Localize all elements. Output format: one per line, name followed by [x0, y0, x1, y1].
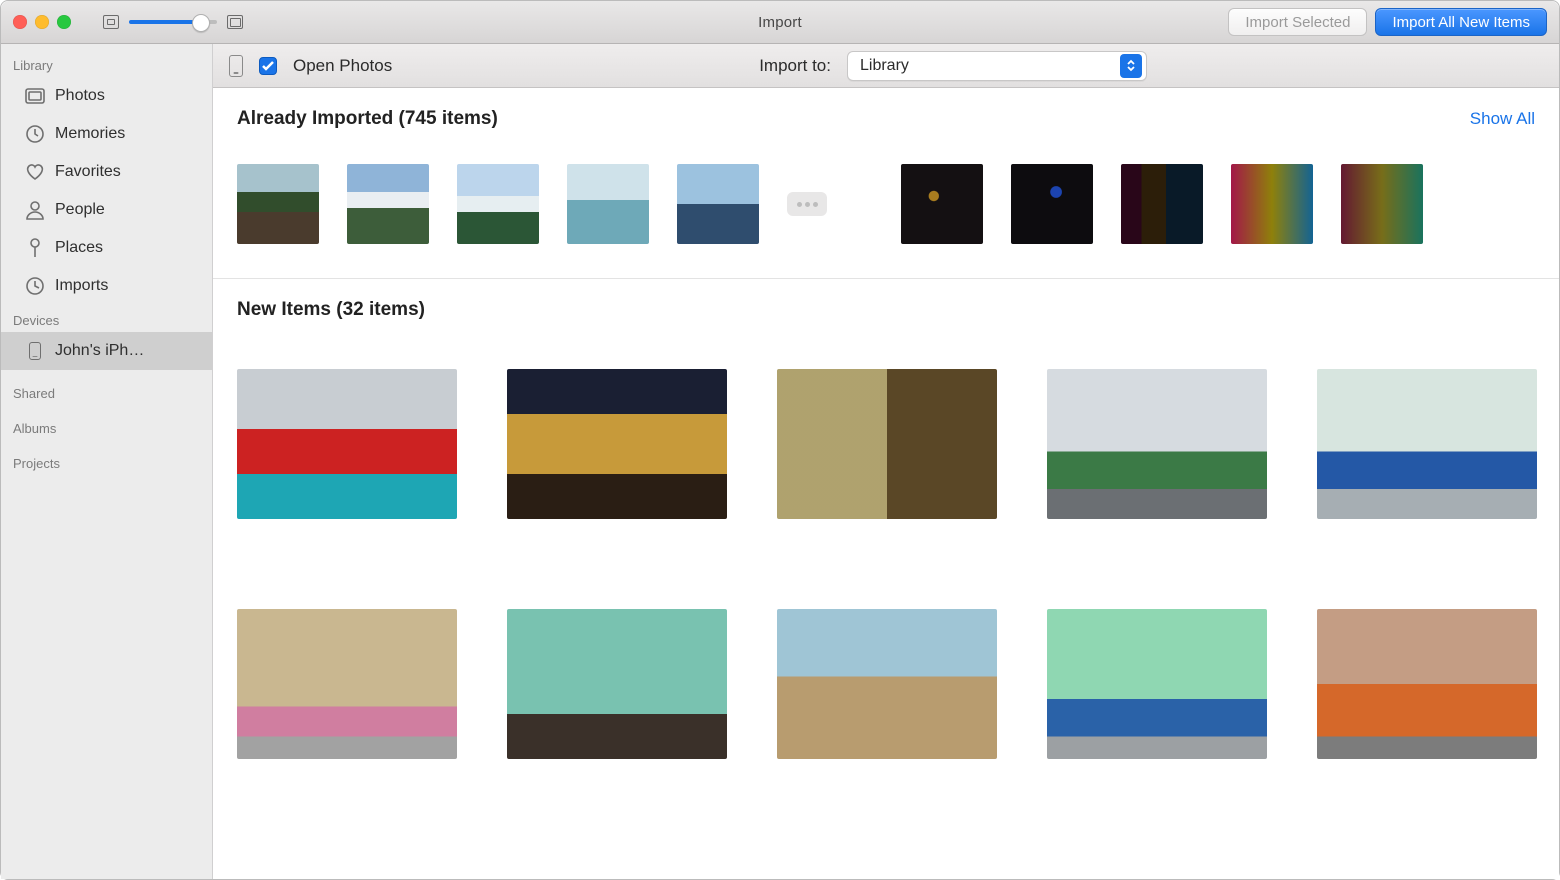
sidebar-item-label: Photos — [55, 87, 105, 105]
window-title: Import — [758, 14, 802, 31]
sidebar-item-people[interactable]: People — [1, 191, 212, 229]
sidebar-item-label: Favorites — [55, 163, 121, 181]
imported-thumb[interactable] — [1231, 152, 1313, 256]
clock-icon — [25, 276, 45, 296]
imported-thumb[interactable] — [677, 152, 759, 256]
imported-thumb[interactable] — [901, 152, 983, 256]
phone-icon — [25, 341, 45, 361]
import-to-dropdown[interactable]: Library — [847, 51, 1147, 81]
minimize-window-button[interactable] — [35, 15, 49, 29]
new-items-grid — [213, 329, 1559, 799]
device-icon — [229, 55, 243, 77]
thumbnail-zoom-control — [103, 15, 243, 29]
pin-icon — [25, 238, 45, 258]
already-imported-header: Already Imported (745 items) Show All — [213, 88, 1559, 138]
heart-icon — [25, 162, 45, 182]
dropdown-arrows-icon — [1120, 54, 1142, 78]
new-item-thumb[interactable] — [777, 609, 997, 759]
imported-thumb[interactable] — [237, 152, 319, 256]
zoom-out-icon[interactable] — [103, 15, 119, 29]
main-pane: Open Photos Import to: Library Already I… — [213, 44, 1559, 879]
sidebar-item-photos[interactable]: Photos — [1, 77, 212, 115]
sidebar-item-places[interactable]: Places — [1, 229, 212, 267]
import-to-value: Library — [860, 57, 909, 75]
open-photos-checkbox[interactable] — [259, 57, 277, 75]
close-window-button[interactable] — [13, 15, 27, 29]
sidebar-item-label: Imports — [55, 277, 108, 295]
sidebar-heading-albums[interactable]: Albums — [1, 405, 212, 440]
imported-thumb[interactable] — [1121, 152, 1203, 256]
new-item-thumb[interactable] — [1047, 369, 1267, 519]
new-item-thumb[interactable] — [507, 609, 727, 759]
sidebar-heading-devices: Devices — [1, 305, 212, 332]
zoom-slider[interactable] — [129, 20, 217, 24]
photos-icon — [25, 86, 45, 106]
sidebar-item-favorites[interactable]: Favorites — [1, 153, 212, 191]
sidebar-item-label: Places — [55, 239, 103, 257]
new-items-heading: New Items (32 items) — [237, 299, 425, 321]
imported-thumb[interactable] — [1011, 152, 1093, 256]
sidebar-item-imports[interactable]: Imports — [1, 267, 212, 305]
show-all-link[interactable]: Show All — [1470, 109, 1535, 129]
sidebar-heading-projects[interactable]: Projects — [1, 440, 212, 475]
sidebar-item-label: Memories — [55, 125, 125, 143]
imported-thumb[interactable] — [347, 152, 429, 256]
new-item-thumb[interactable] — [1317, 369, 1537, 519]
import-selected-button[interactable]: Import Selected — [1228, 8, 1367, 36]
already-imported-heading: Already Imported (745 items) — [237, 108, 498, 130]
window-controls — [13, 15, 71, 29]
workspace: Library Photos Memories Favorites People… — [1, 44, 1559, 879]
imported-thumb[interactable] — [1341, 152, 1423, 256]
memories-icon — [25, 124, 45, 144]
import-to-label: Import to: — [759, 56, 831, 76]
person-icon — [25, 200, 45, 220]
sidebar-heading-library: Library — [1, 50, 212, 77]
new-item-thumb[interactable] — [1047, 609, 1267, 759]
already-imported-strip — [213, 138, 1559, 279]
import-all-button[interactable]: Import All New Items — [1375, 8, 1547, 36]
titlebar: Import Import Selected Import All New It… — [1, 1, 1559, 44]
more-thumbs-button[interactable] — [787, 192, 827, 216]
sidebar-item-memories[interactable]: Memories — [1, 115, 212, 153]
new-item-thumb[interactable] — [237, 609, 457, 759]
new-item-thumb[interactable] — [507, 369, 727, 519]
import-toolbar: Open Photos Import to: Library — [213, 44, 1559, 88]
imported-thumb[interactable] — [567, 152, 649, 256]
new-item-thumb[interactable] — [237, 369, 457, 519]
sidebar-item-label: People — [55, 201, 105, 219]
imported-thumb[interactable] — [457, 152, 539, 256]
new-items-header: New Items (32 items) — [213, 279, 1559, 329]
fullscreen-window-button[interactable] — [57, 15, 71, 29]
zoom-in-icon[interactable] — [227, 15, 243, 29]
sidebar-item-label: John's iPh… — [55, 342, 144, 360]
sidebar: Library Photos Memories Favorites People… — [1, 44, 213, 879]
title-actions: Import Selected Import All New Items — [1228, 8, 1547, 36]
open-photos-label: Open Photos — [293, 56, 392, 76]
sidebar-item-device[interactable]: John's iPh… — [1, 332, 212, 370]
new-item-thumb[interactable] — [1317, 609, 1537, 759]
new-item-thumb[interactable] — [777, 369, 997, 519]
sidebar-heading-shared[interactable]: Shared — [1, 370, 212, 405]
